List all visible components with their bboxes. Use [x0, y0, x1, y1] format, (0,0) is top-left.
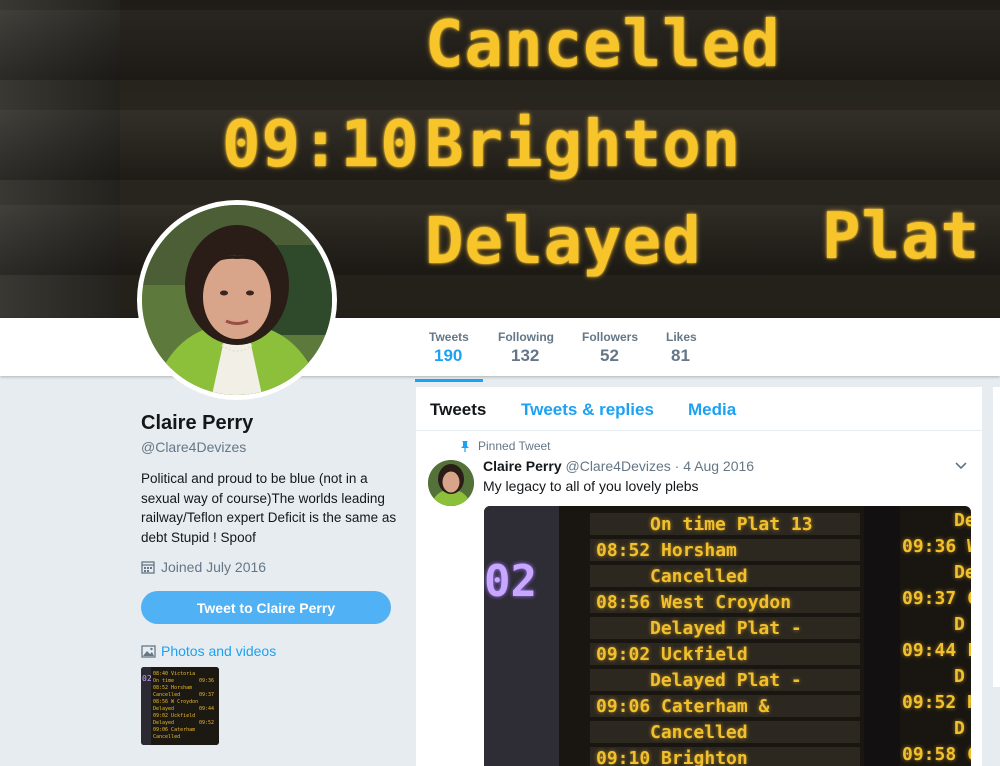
profile-bio: Political and proud to be blue (not in a… [141, 471, 397, 545]
board-line: Delayed Plat - [650, 618, 802, 639]
board-line: 09:10 Brighton [596, 748, 748, 766]
nav-tweets[interactable]: Tweets 190 [415, 330, 483, 382]
banner-led-text: Brighton [425, 108, 742, 182]
right-sidebar-card [993, 387, 1000, 687]
photos-and-videos-link[interactable]: Photos and videos [141, 643, 276, 659]
timeline-tabs: Tweets Tweets & replies Media [416, 387, 982, 431]
board-side-panel [484, 506, 559, 766]
avatar-photo [142, 205, 332, 395]
board-line-right: De [954, 562, 971, 583]
tab-tweets[interactable]: Tweets [430, 400, 486, 420]
board-line: Cancelled [650, 722, 748, 743]
calendar-icon [141, 561, 155, 574]
thumbnail-board-image: 02 08:40 VictoriaOn time 08:52 HorshamCa… [141, 667, 219, 745]
stat-label: Followers [582, 330, 639, 344]
tweet-media-image[interactable]: 02 On time Plat 13 08:52 Horsham Cancell… [484, 506, 971, 766]
board-line-right: D [954, 666, 965, 687]
board-line: Cancelled [650, 566, 748, 587]
chevron-down-icon[interactable] [954, 460, 968, 472]
board-line-right: 09:37 C [902, 588, 971, 609]
board-line: On time Plat 13 [650, 514, 813, 535]
svg-text:09:06 Caterham: 09:06 Caterham [153, 727, 195, 733]
svg-text:Cancelled: Cancelled [153, 692, 180, 698]
stat-value: 81 [671, 346, 690, 365]
profile-avatar[interactable] [137, 200, 337, 400]
nav-following[interactable]: Following 132 [498, 330, 554, 366]
board-line-right: 09:52 H [902, 692, 971, 713]
tweet-author-handle[interactable]: @Clare4Devizes [566, 458, 671, 474]
nav-likes[interactable]: Likes 81 [666, 330, 697, 366]
tab-tweets-and-replies[interactable]: Tweets & replies [521, 400, 654, 420]
svg-text:09:36: 09:36 [199, 678, 214, 684]
tweet-author-name[interactable]: Claire Perry [483, 458, 562, 474]
stat-label: Tweets [429, 330, 469, 344]
stat-value: 190 [434, 346, 463, 365]
pin-icon [461, 441, 469, 452]
photo-icon [141, 644, 156, 658]
board-line-right: D [954, 718, 965, 739]
banner-led-time: 09:10 [222, 108, 420, 182]
board-line: 09:06 Caterham & [596, 696, 770, 717]
svg-text:Delayed: Delayed [153, 706, 174, 712]
board-line-right: D [954, 614, 965, 635]
stat-value: 52 [600, 346, 619, 365]
tweet-to-button[interactable]: Tweet to Claire Perry [141, 591, 391, 624]
board-line: 08:56 West Croydon [596, 592, 792, 613]
svg-text:Delayed: Delayed [153, 720, 174, 726]
tweet-separator: · [674, 458, 680, 474]
joined-date: Joined July 2016 [141, 559, 266, 575]
tab-media[interactable]: Media [688, 400, 736, 420]
svg-text:08:52 Horsham: 08:52 Horsham [153, 685, 192, 691]
photos-label: Photos and videos [161, 643, 277, 659]
stat-value: 132 [511, 346, 540, 365]
board-divider [864, 506, 900, 766]
svg-text:Cancelled: Cancelled [153, 734, 180, 740]
media-thumbnail[interactable]: 02 08:40 Victoria On time 08:52 Horsham Ca… [141, 667, 219, 745]
board-line: 08:52 Horsham [596, 540, 737, 561]
svg-text:02: 02 [142, 674, 152, 683]
pinned-tweet-label: Pinned Tweet [460, 439, 551, 453]
profile-handle[interactable]: @Clare4Devizes [141, 439, 246, 455]
banner-led-text: Plat - [822, 200, 1000, 274]
stat-label: Following [498, 330, 554, 344]
svg-text:09:02 Uckfield: 09:02 Uckfield [153, 713, 195, 719]
board-line-right: 09:44 L [902, 640, 971, 661]
svg-text:On time: On time [153, 678, 174, 684]
tweet-avatar[interactable] [428, 460, 474, 506]
tweet-text: My legacy to all of you lovely plebs [483, 478, 699, 494]
joined-label: Joined July 2016 [161, 559, 267, 575]
nav-followers[interactable]: Followers 52 [582, 330, 638, 366]
svg-text:09:37: 09:37 [199, 692, 214, 698]
tweet-header: Claire Perry @Clare4Devizes · 4 Aug 2016 [483, 458, 754, 474]
board-line: 09:02 Uckfield [596, 644, 748, 665]
svg-text:09:44: 09:44 [199, 706, 214, 712]
svg-text:09:52: 09:52 [199, 720, 214, 726]
board-line-right: 09:58 C [902, 744, 971, 765]
pinned-text: Pinned Tweet [478, 439, 551, 453]
board-line-right: 09:36 W [902, 536, 971, 557]
stat-label: Likes [666, 330, 697, 344]
board-line: Delayed Plat - [650, 670, 802, 691]
board-platform-number: 02 [484, 556, 537, 607]
banner-led-text: Cancelled [425, 8, 781, 82]
banner-led-text: Delayed [425, 205, 702, 279]
profile-name[interactable]: Claire Perry [141, 412, 253, 435]
svg-text:08:56 W Croydon: 08:56 W Croydon [153, 699, 198, 705]
svg-text:08:40 Victoria: 08:40 Victoria [153, 671, 195, 677]
tweet-avatar-photo [428, 460, 474, 506]
board-line-right: De [954, 510, 971, 531]
timeline: Tweets Tweets & replies Media Pinned Twe… [416, 387, 982, 766]
tweet-date[interactable]: 4 Aug 2016 [683, 458, 754, 474]
